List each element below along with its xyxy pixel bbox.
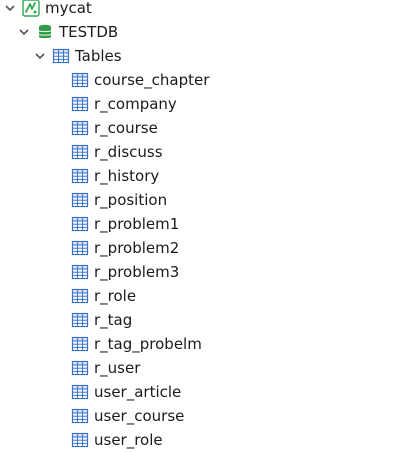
table-item[interactable]: r_history <box>71 164 159 188</box>
table-label: r_discuss <box>94 143 163 161</box>
table-label: user_role <box>94 431 163 449</box>
table-label: course_chapter <box>94 71 210 89</box>
table-icon <box>71 71 89 89</box>
tree-item-tables[interactable]: Tables <box>34 44 122 68</box>
table-icon <box>71 359 89 377</box>
table-item[interactable]: user_article <box>71 380 181 404</box>
table-icon <box>71 263 89 281</box>
table-icon <box>71 143 89 161</box>
table-icon <box>71 287 89 305</box>
table-icon <box>71 119 89 137</box>
table-item[interactable]: r_discuss <box>71 140 163 164</box>
table-item[interactable]: r_position <box>71 188 167 212</box>
table-label: r_role <box>94 287 137 305</box>
table-label: r_problem3 <box>94 263 180 281</box>
table-label: user_article <box>94 383 182 401</box>
table-item[interactable]: r_role <box>71 284 136 308</box>
database-label: TESTDB <box>59 23 119 41</box>
tree-item-mycat[interactable]: mycat <box>4 0 92 20</box>
table-icon <box>71 383 89 401</box>
table-label: r_position <box>94 191 168 209</box>
table-icon <box>71 215 89 233</box>
table-label: r_course <box>94 119 158 137</box>
table-item[interactable]: r_company <box>71 92 177 116</box>
mycat-connection-icon <box>22 0 40 17</box>
tree-item-testdb[interactable]: TESTDB <box>18 20 118 44</box>
table-item[interactable]: r_tag <box>71 308 132 332</box>
table-label: r_tag <box>94 311 133 329</box>
connection-label: mycat <box>45 0 92 17</box>
table-label: r_user <box>94 359 141 377</box>
table-item[interactable]: r_problem2 <box>71 236 179 260</box>
tables-folder-icon <box>52 47 70 65</box>
table-icon <box>71 311 89 329</box>
chevron-down-icon[interactable] <box>34 44 46 68</box>
table-item[interactable]: r_problem1 <box>71 212 179 236</box>
table-icon <box>71 95 89 113</box>
table-item[interactable]: r_user <box>71 356 140 380</box>
table-item[interactable]: r_problem3 <box>71 260 179 284</box>
table-item[interactable]: user_role <box>71 428 163 452</box>
table-icon <box>71 407 89 425</box>
navigator-tree: mycat TESTDB Tables course_chapter r_com… <box>0 0 408 452</box>
table-item[interactable]: r_course <box>71 116 158 140</box>
table-icon <box>71 167 89 185</box>
chevron-down-icon[interactable] <box>18 20 30 44</box>
table-icon <box>71 191 89 209</box>
tables-folder-label: Tables <box>75 47 122 65</box>
table-label: r_company <box>94 95 177 113</box>
table-item[interactable]: course_chapter <box>71 68 209 92</box>
table-icon <box>71 239 89 257</box>
database-icon <box>36 23 54 41</box>
table-icon <box>71 431 89 449</box>
table-item[interactable]: user_course <box>71 404 184 428</box>
table-icon <box>71 335 89 353</box>
table-label: r_problem2 <box>94 239 180 257</box>
table-label: user_course <box>94 407 185 425</box>
table-label: r_history <box>94 167 160 185</box>
table-label: r_problem1 <box>94 215 180 233</box>
table-label: r_tag_probelm <box>94 335 202 353</box>
chevron-down-icon[interactable] <box>4 0 16 20</box>
table-item[interactable]: r_tag_probelm <box>71 332 202 356</box>
